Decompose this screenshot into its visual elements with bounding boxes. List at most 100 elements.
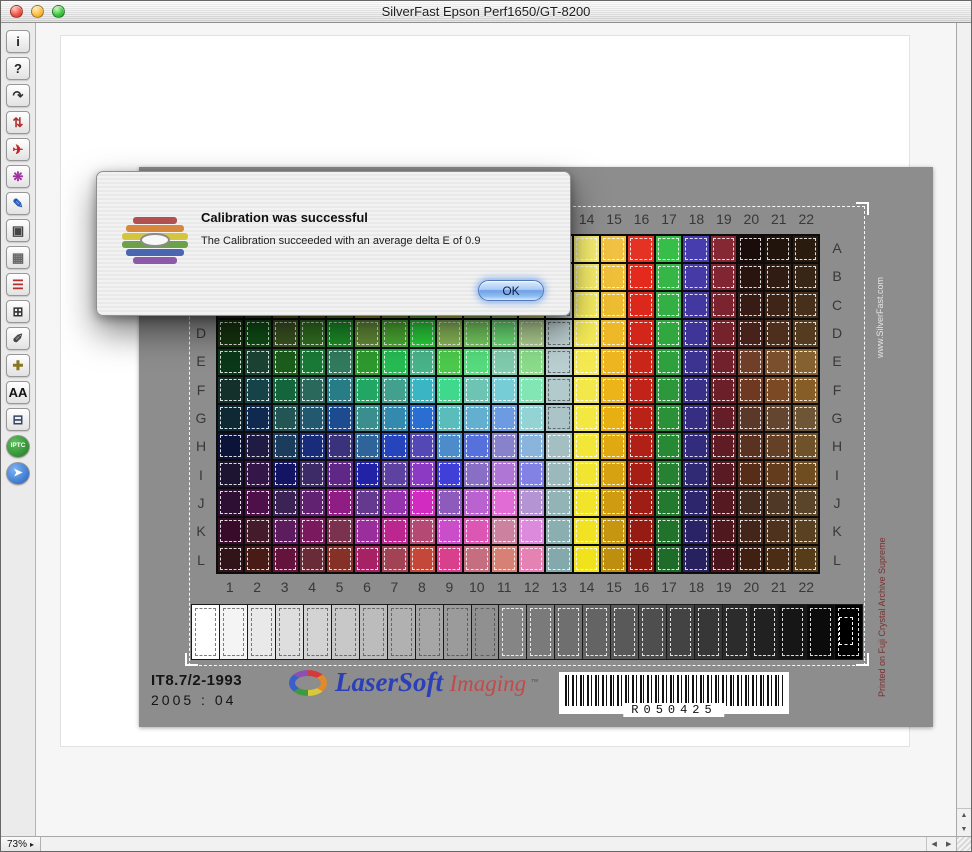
color-patch — [711, 461, 736, 487]
tool-print-button[interactable]: ⊟ — [6, 408, 30, 431]
color-patch — [355, 433, 380, 459]
color-patch — [793, 405, 818, 431]
color-patch — [711, 320, 736, 346]
column-label: 15 — [600, 577, 627, 597]
tool-auto-adjust-button[interactable]: AA — [6, 381, 30, 404]
color-patch — [355, 377, 380, 403]
color-patch — [765, 546, 790, 572]
scroll-right-icon[interactable]: ▶ — [946, 840, 951, 848]
row-label: I — [189, 461, 213, 489]
tool-image-overview-button[interactable]: ⊞ — [6, 300, 30, 323]
color-patch — [574, 377, 599, 403]
color-patch — [765, 518, 790, 544]
tool-midpip-pipette-button[interactable]: ✐ — [6, 327, 30, 350]
tool-flip-vertical-button[interactable]: ⇅ — [6, 111, 30, 134]
close-button[interactable] — [10, 5, 23, 18]
tool-scan-frame-button[interactable]: ▣ — [6, 219, 30, 242]
color-patch — [245, 546, 270, 572]
color-patch — [683, 518, 708, 544]
color-patch — [628, 320, 653, 346]
color-patch — [273, 349, 298, 375]
color-patch — [492, 405, 517, 431]
color-patch — [300, 377, 325, 403]
color-patch — [656, 236, 681, 262]
column-label: 17 — [655, 209, 682, 229]
color-patch — [300, 489, 325, 515]
color-patch — [300, 405, 325, 431]
column-label: 16 — [628, 577, 655, 597]
color-patch — [793, 489, 818, 515]
color-patch — [492, 349, 517, 375]
tool-rotate-button[interactable]: ↷ — [6, 84, 30, 107]
color-patch — [464, 546, 489, 572]
zoom-button[interactable] — [52, 5, 65, 18]
color-patch — [410, 546, 435, 572]
color-patch — [574, 264, 599, 290]
color-patch — [327, 489, 352, 515]
color-patch — [738, 292, 763, 318]
tool-info-button[interactable]: i — [6, 30, 30, 53]
barcode-bars — [565, 675, 783, 706]
tool-densitometer-button[interactable]: ☰ — [6, 273, 30, 296]
color-patch — [711, 546, 736, 572]
row-label: I — [825, 461, 849, 489]
logo-stripe — [133, 257, 177, 264]
tool-frame-set-button[interactable]: ▦ — [6, 246, 30, 269]
tool-help-button[interactable]: ? — [6, 57, 30, 80]
color-patch — [765, 292, 790, 318]
scroll-down-icon[interactable]: ▼ — [961, 826, 968, 833]
color-patch — [273, 405, 298, 431]
window-resize-grip[interactable] — [956, 837, 971, 851]
barcode-label: R050425 — [623, 703, 724, 717]
row-label: D — [189, 319, 213, 347]
color-patch — [765, 461, 790, 487]
color-patch — [327, 546, 352, 572]
color-patch — [574, 405, 599, 431]
color-patch — [765, 433, 790, 459]
color-patch — [546, 461, 571, 487]
tool-browser-button[interactable]: ➤ — [6, 462, 30, 485]
color-patch — [574, 518, 599, 544]
horizontal-scrollbar[interactable] — [41, 837, 926, 851]
color-patch — [628, 264, 653, 290]
color-patch — [574, 546, 599, 572]
calibration-dialog: Calibration was successful The Calibrati… — [96, 171, 571, 316]
gray-patch — [611, 605, 638, 659]
column-label: 21 — [765, 577, 792, 597]
color-patch — [245, 377, 270, 403]
row-label: K — [189, 517, 213, 545]
vertical-toolbar: i? ↷ ⇅ ✈ ❋ ✎ ▣ ▦ ☰ ⊞ ✐ ✚ AA ⊟ IPTC ➤ — [1, 23, 36, 836]
column-label: 4 — [298, 577, 325, 597]
color-patch — [628, 236, 653, 262]
title-bar[interactable]: SilverFast Epson Perf1650/GT-8200 — [1, 1, 971, 23]
gray-patch — [444, 605, 471, 659]
tool-expert-mode-button[interactable]: ✚ — [6, 354, 30, 377]
ok-button[interactable]: OK — [478, 280, 544, 301]
scroll-left-icon[interactable]: ◀ — [932, 840, 937, 848]
selection-corner-br — [856, 653, 869, 666]
window-title: SilverFast Epson Perf1650/GT-8200 — [1, 1, 971, 22]
minimize-button[interactable] — [31, 5, 44, 18]
color-patch — [519, 405, 544, 431]
color-patch — [765, 320, 790, 346]
color-patch — [601, 264, 626, 290]
tool-image-type-button[interactable]: ❋ — [6, 165, 30, 188]
logo-stripe — [126, 225, 184, 232]
color-patch — [300, 320, 325, 346]
tool-iptc-button[interactable]: IPTC — [6, 435, 30, 458]
vertical-scrollbar[interactable]: ▲ ▼ — [956, 23, 971, 836]
color-patch — [656, 433, 681, 459]
zoom-indicator[interactable]: 73% ▸ — [1, 837, 41, 851]
gray-patch — [499, 605, 526, 659]
color-patch — [656, 489, 681, 515]
color-patch — [765, 264, 790, 290]
color-patch — [738, 349, 763, 375]
gray-patch — [667, 605, 694, 659]
tool-scan-pilot-button[interactable]: ✈ — [6, 138, 30, 161]
scroll-up-icon[interactable]: ▲ — [961, 812, 968, 819]
color-patch — [711, 518, 736, 544]
color-patch — [793, 320, 818, 346]
color-patch — [711, 377, 736, 403]
dialog-message: The Calibration succeeded with an averag… — [201, 234, 551, 249]
tool-gradation-button[interactable]: ✎ — [6, 192, 30, 215]
